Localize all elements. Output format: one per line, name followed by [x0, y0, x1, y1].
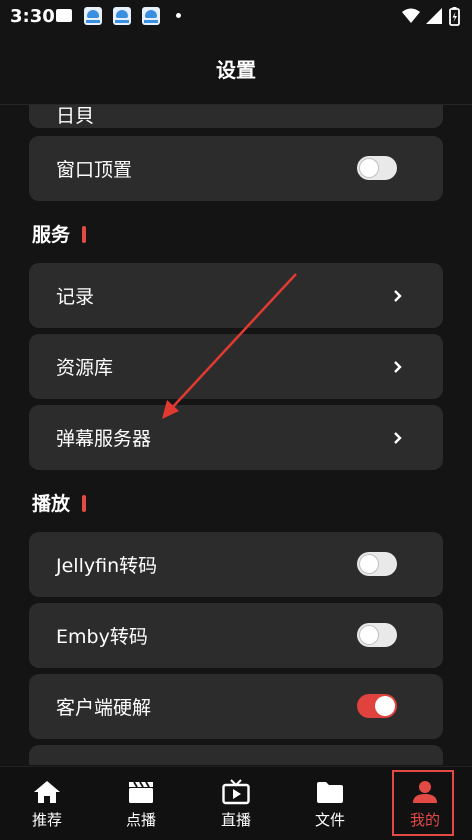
battery-charging-icon [449, 7, 460, 26]
wifi-icon [402, 8, 420, 23]
settings-item-label: 记录 [56, 286, 95, 308]
settings-item-label: 资源库 [56, 357, 114, 379]
settings-item-label: 日貝 [56, 105, 95, 127]
chevron-right-icon [394, 361, 402, 373]
window-top-toggle[interactable] [357, 156, 397, 180]
settings-item-partial[interactable]: 日貝 [29, 105, 443, 128]
settings-item-records[interactable]: 记录 [29, 263, 443, 328]
mail-icon [56, 9, 72, 22]
settings-item-danmaku-server[interactable]: 弹幕服务器 [29, 405, 443, 470]
chevron-right-icon [394, 290, 402, 302]
tab-label: 推荐 [31, 811, 62, 829]
settings-item-label: 客户端硬解 [56, 697, 152, 719]
settings-item-emby-transcode[interactable]: Emby转码 [29, 603, 443, 668]
settings-item-jellyfin-transcode[interactable]: Jellyfin转码 [29, 532, 443, 597]
tv-icon [222, 779, 250, 805]
emby-transcode-toggle[interactable] [357, 623, 397, 647]
settings-item-label: Jellyfin转码 [56, 555, 158, 577]
tab-live[interactable]: 直播 [189, 767, 283, 840]
section-title-services: 服务 [32, 220, 87, 247]
settings-item-label: Emby转码 [56, 626, 148, 648]
app-notification-icon [142, 7, 160, 25]
tab-label: 直播 [220, 811, 251, 829]
folder-icon [317, 782, 343, 803]
settings-list[interactable]: 日貝 窗口顶置 服务 记录 资源库 弹幕服务器 播放 Jellyfin转码 Em… [0, 105, 472, 765]
settings-item-hardware-decode[interactable]: 客户端硬解 [29, 674, 443, 739]
settings-item-partial[interactable] [29, 745, 443, 765]
chevron-right-icon [394, 432, 402, 444]
app-notification-icon [84, 7, 102, 25]
page-title: 设置 [216, 58, 256, 82]
tab-label: 文件 [314, 811, 345, 829]
settings-item-library[interactable]: 资源库 [29, 334, 443, 399]
tab-files[interactable]: 文件 [283, 767, 377, 840]
section-title-text: 播放 [32, 493, 71, 515]
app-header: 设置 [0, 32, 472, 105]
settings-item-label: 窗口顶置 [56, 159, 133, 181]
section-title-text: 服务 [32, 224, 71, 246]
status-time: 3:30 [10, 6, 55, 27]
settings-item-window-top[interactable]: 窗口顶置 [29, 136, 443, 201]
section-title-playback: 播放 [32, 489, 87, 516]
annotation-highlight-box [392, 770, 454, 836]
tab-label: 点播 [125, 811, 156, 829]
toggle-knob [375, 696, 395, 716]
status-bar: 3:30 [0, 0, 472, 32]
tab-recommend[interactable]: 推荐 [0, 767, 94, 840]
signal-icon [426, 8, 442, 24]
tab-on-demand[interactable]: 点播 [94, 767, 188, 840]
more-notifications-dot [176, 13, 181, 18]
toggle-knob [359, 158, 379, 178]
clapperboard-icon [129, 781, 153, 803]
section-accent-bar [82, 226, 87, 243]
toggle-knob [359, 625, 379, 645]
app-notification-icon [113, 7, 131, 25]
toggle-knob [359, 554, 379, 574]
settings-item-label: 弹幕服务器 [56, 428, 152, 450]
system-status-icons [402, 7, 460, 26]
hardware-decode-toggle[interactable] [357, 694, 397, 718]
home-icon [34, 781, 60, 803]
jellyfin-transcode-toggle[interactable] [357, 552, 397, 576]
section-accent-bar [82, 495, 87, 512]
